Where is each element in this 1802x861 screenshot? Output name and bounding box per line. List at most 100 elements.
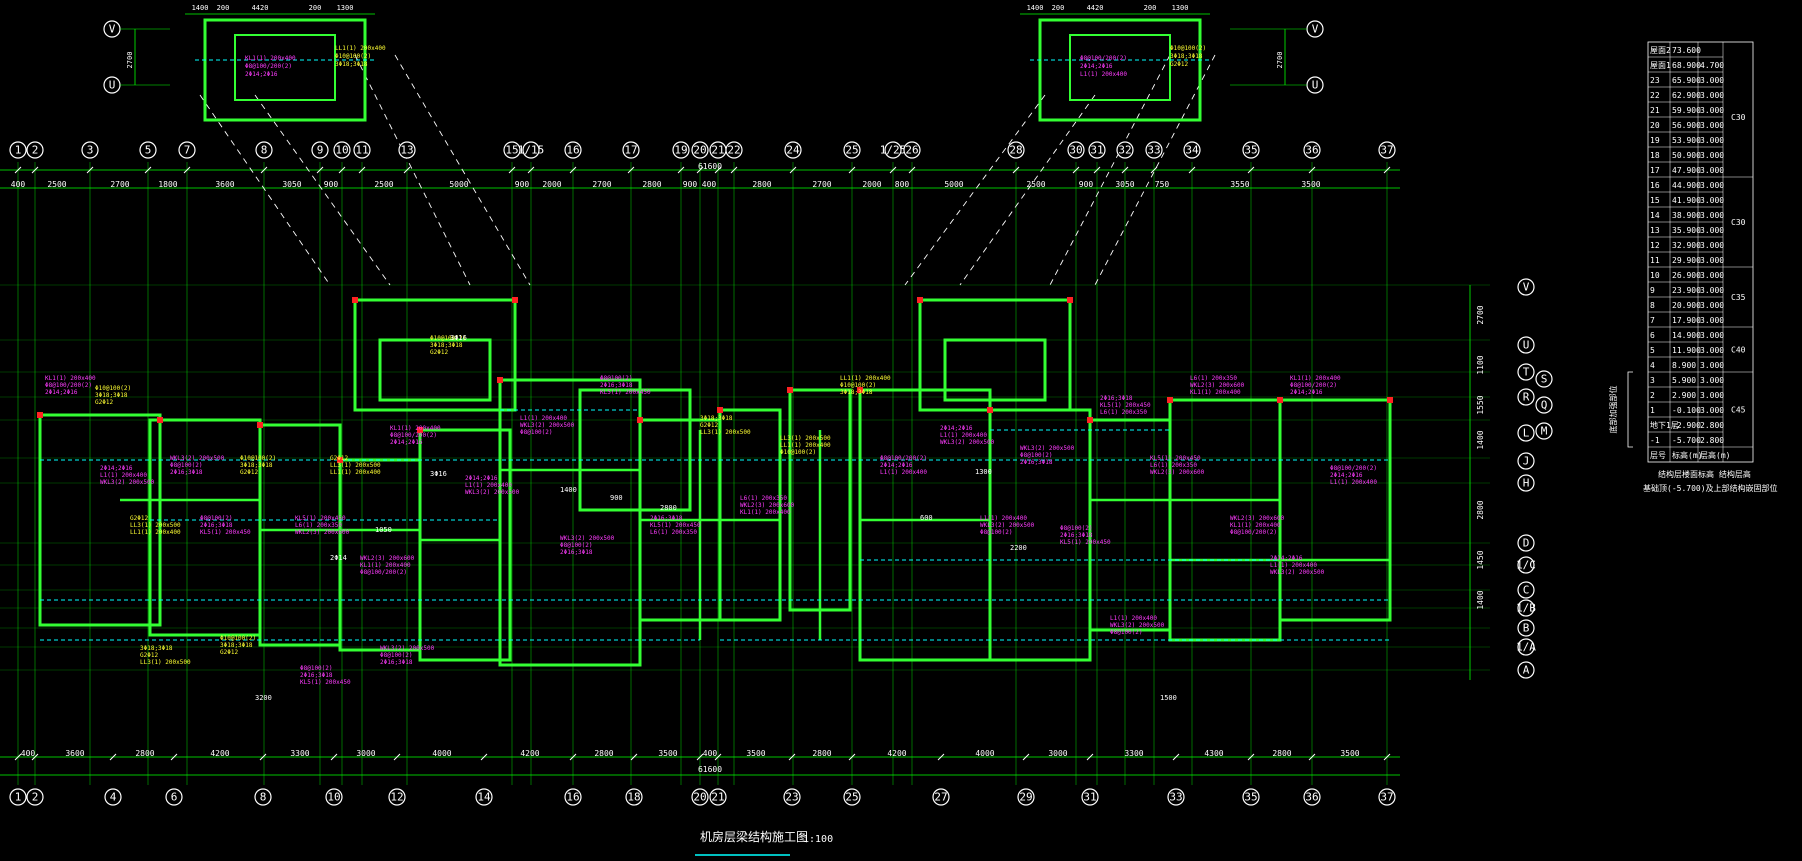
right-dim-value: 2700 <box>1476 305 1485 324</box>
axis-bubble: 16 <box>564 141 582 159</box>
beam-spec-text: Φ8@100/200(2) <box>1330 465 1377 472</box>
table-floor: 屋面1 <box>1650 61 1671 70</box>
axis-label: 37 <box>1380 144 1393 157</box>
beam-spec-text: 2Φ16;3Φ18 <box>170 469 203 476</box>
top-dim-value: 2500 <box>47 180 66 189</box>
bottom-dim-value: 4200 <box>210 749 229 758</box>
beam-spec-text: G2Φ12 <box>430 349 448 356</box>
table-height: 3.000 <box>1700 226 1724 235</box>
axis-bubble: 25 <box>843 141 861 159</box>
table-elev: 26.900 <box>1672 271 1701 280</box>
axis-label: 18 <box>627 791 640 804</box>
beam-spec-text: 2Φ16;3Φ18 <box>300 672 333 679</box>
plan-dim-text: 3200 <box>255 694 272 702</box>
column <box>352 297 358 303</box>
beam-spec-text: 2Φ14;2Φ16 <box>390 439 423 446</box>
beam-spec-text: LL3(1) 200x500 <box>140 659 191 666</box>
concrete-grade: C30 <box>1731 113 1746 122</box>
beam-spec-text: WKL3(2) 200x500 <box>980 522 1035 529</box>
beam-spec-text: Φ8@100(2) <box>200 515 233 522</box>
top-dim-value: 2700 <box>110 180 129 189</box>
table-elev: 44.900 <box>1672 181 1701 190</box>
beam-spec-text: WKL2(3) 200x600 <box>360 555 415 562</box>
axis-bubble: 14 <box>475 788 493 806</box>
beam-spec-text: LL1(1) 200x400 <box>780 442 831 449</box>
top-dim-value: 3600 <box>215 180 234 189</box>
axis-bubble: 25 <box>843 788 861 806</box>
axis-bubble: 10 <box>333 141 351 159</box>
inset-height-text: 2700 <box>1276 52 1284 69</box>
table-floor: 17 <box>1650 166 1660 175</box>
axis-bubble: C <box>1517 581 1535 599</box>
plan-dim-text: 1400 <box>560 486 577 494</box>
bottom-dim-value: 400 <box>703 749 718 758</box>
axis-label: 14 <box>477 791 491 804</box>
inset-dim-text: 200 <box>217 4 230 12</box>
beam-spec-text: 2Φ14;2Φ16 <box>880 462 913 469</box>
beam-spec-text: KL1(1) 200x400 <box>390 425 441 432</box>
beam-spec-text: 2Φ14;2Φ16 <box>940 425 973 432</box>
beam-spec-text: Φ8@100(2) <box>600 375 633 382</box>
beam-spec-text: WKL3(2) 200x500 <box>940 439 995 446</box>
table-height: 3.000 <box>1700 106 1724 115</box>
bottom-dim-value: 2800 <box>1272 749 1291 758</box>
axis-bubble: 33 <box>1145 141 1163 159</box>
beam-spec-text: Φ10@100(2) <box>840 382 876 389</box>
beam-spec-text: KL1(1) 200x400 <box>360 562 411 569</box>
axis-bubble: 19 <box>672 141 690 159</box>
beam-spec-text: KL5(1) 200x450 <box>600 389 651 396</box>
axis-bubble: 1 <box>9 141 27 159</box>
axis-bubble: 1/15 <box>518 141 544 159</box>
axis-label: 27 <box>934 791 947 804</box>
axis-bubble: R <box>1517 388 1535 406</box>
beam-spec-text: G2Φ12 <box>700 422 718 429</box>
axis-bubble: 17 <box>622 141 640 159</box>
table-elev: 53.900 <box>1672 136 1701 145</box>
table-floor: 8 <box>1650 301 1655 310</box>
beam-spec-text: Φ8@100/200(2) <box>880 455 927 462</box>
axis-label: 13 <box>400 144 413 157</box>
axis-label: 15 <box>505 144 518 157</box>
axis-bubble: 27 <box>932 788 950 806</box>
axis-bubble: 37 <box>1378 788 1396 806</box>
inset-axis-bubble: U <box>1306 76 1324 94</box>
table-caption-1: 结构层楼面标高 结构层高 <box>1658 469 1751 479</box>
inset-dim-text: 1400 <box>192 4 209 12</box>
column <box>512 297 518 303</box>
table-footer-label: 层高(m) <box>1700 450 1730 460</box>
right-dim-value: 2800 <box>1476 500 1485 519</box>
beam-spec-text: KL5(1) 200x450 <box>200 529 251 536</box>
axis-bubble: J <box>1517 452 1535 470</box>
beam-spec-text: WKL2(3) 200x600 <box>295 529 350 536</box>
beam-spec-text: L1(1) 200x400 <box>980 515 1027 522</box>
table-height: 3.000 <box>1700 151 1724 160</box>
beam-spec-text: WKL3(2) 200x500 <box>1110 622 1165 629</box>
axis-label: 12 <box>390 791 403 804</box>
beam-spec-text: KL1(1) 200x400 <box>1190 389 1241 396</box>
beam-spec-text: 2Φ16;3Φ18 <box>1020 459 1053 466</box>
beam-spec-text: WKL3(2) 200x500 <box>520 422 575 429</box>
axis-label: V <box>109 23 116 36</box>
beam-spec-text: Φ10@100(2) <box>780 449 816 456</box>
inset-spec-text: Φ10@100(2) <box>335 53 371 60</box>
axis-label: R <box>1523 391 1530 404</box>
annotation-cluster: WKL2(3) 200x600KL1(1) 200x400Φ8@100/200(… <box>360 555 415 576</box>
beam-spec-text: 2Φ14;2Φ16 <box>100 465 133 472</box>
table-elev: 68.900 <box>1672 61 1701 70</box>
table-height: 3.000 <box>1700 316 1724 325</box>
axis-bubble: 11 <box>353 141 371 159</box>
axis-bubble: 35 <box>1242 141 1260 159</box>
table-height: 3.000 <box>1700 286 1724 295</box>
right-dim-value: 1550 <box>1476 395 1485 414</box>
column <box>1087 417 1093 423</box>
beam-spec-text: KL5(1) 200x450 <box>1060 539 1111 546</box>
axis-label: 31 <box>1090 144 1103 157</box>
table-height: 4.700 <box>1700 61 1724 70</box>
plan-dim-text: 1500 <box>1160 694 1177 702</box>
axis-bubble: 29 <box>1017 788 1035 806</box>
table-elev: 23.900 <box>1672 286 1701 295</box>
column <box>1067 297 1073 303</box>
beam-spec-text: G2Φ12 <box>130 515 148 522</box>
axis-bubble: 37 <box>1378 141 1396 159</box>
inset-axis-bubble: V <box>1306 20 1324 38</box>
